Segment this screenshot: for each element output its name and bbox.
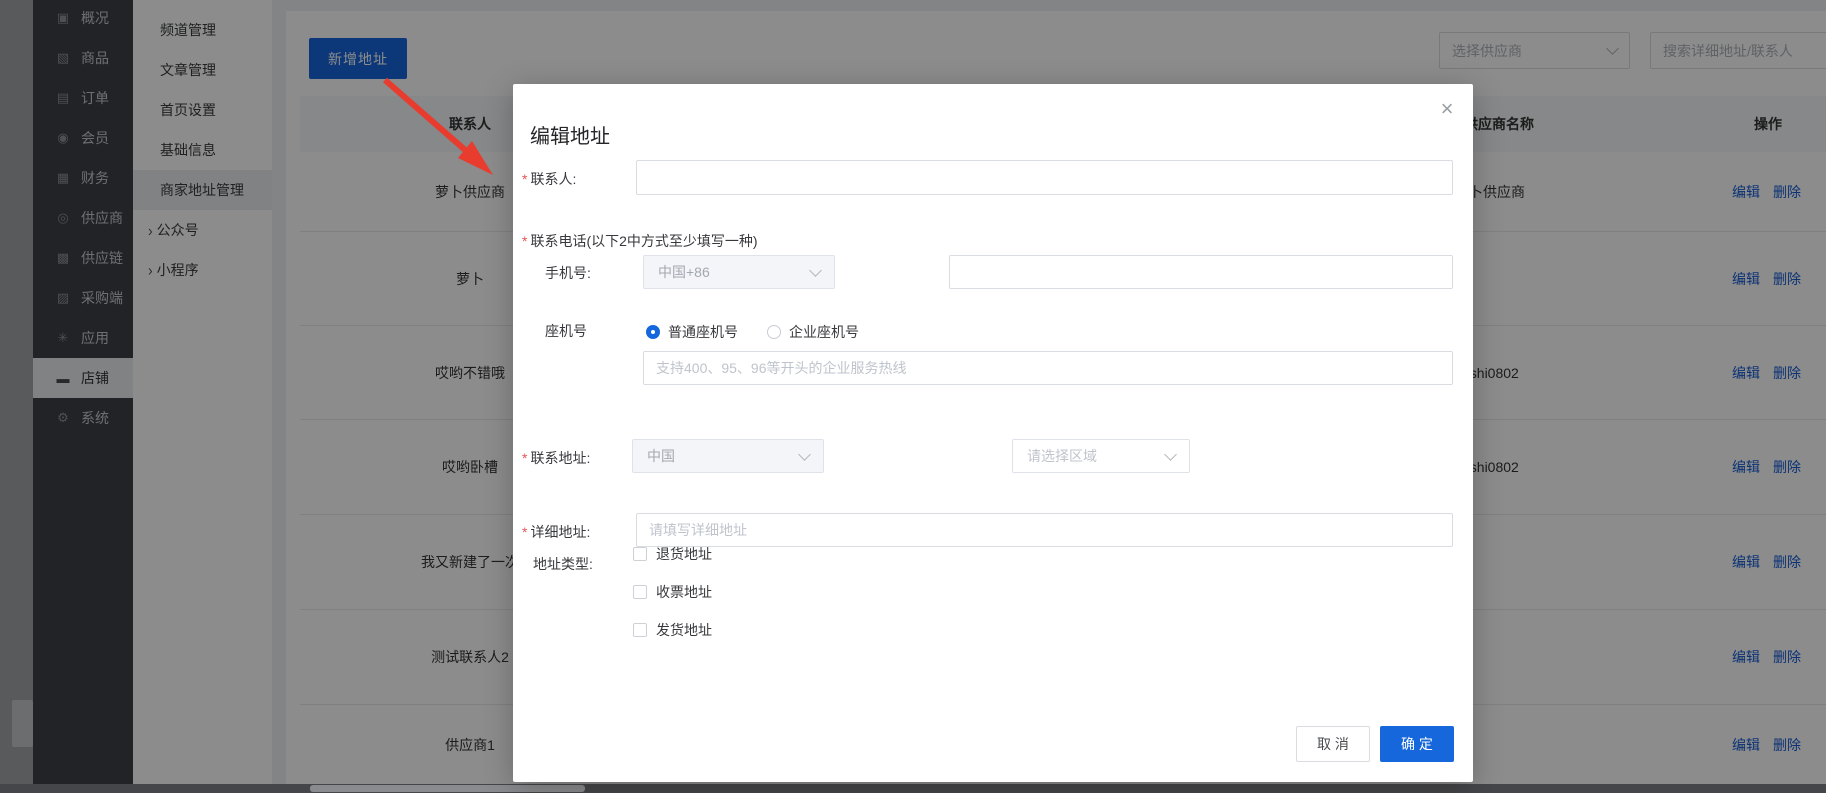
close-icon[interactable]: × xyxy=(1434,96,1460,122)
address-country-select: 中国 xyxy=(632,439,824,473)
checkbox-shipping-address[interactable]: 发货地址 xyxy=(633,620,712,640)
hotline-input[interactable] xyxy=(643,351,1453,385)
scrollbar-thumb[interactable] xyxy=(310,785,585,792)
mobile-label: 手机号: xyxy=(545,265,591,281)
checkbox-return-address[interactable]: 退货地址 xyxy=(633,544,712,564)
app-screen: ▣ 概况 ▧ 商品 ▤ 订单 ◉ 会员 ▦ 财务 ◎ 供应商 ▩ 供应链 ▨ 采购端 ✳ 应用 ▬… xyxy=(0,0,1826,793)
radio-enterprise-landline[interactable]: 企业座机号 xyxy=(767,322,859,342)
landline-label: 座机号 xyxy=(545,323,587,339)
region-select[interactable]: 请选择区域 xyxy=(1012,439,1190,473)
radio-unselected-icon xyxy=(767,325,781,339)
cancel-button[interactable]: 取 消 xyxy=(1296,726,1370,762)
mobile-number-input[interactable] xyxy=(949,255,1453,289)
checkbox-icon xyxy=(633,547,647,561)
detail-address-label: 详细地址: xyxy=(522,522,590,542)
contact-input[interactable] xyxy=(636,160,1453,195)
phone-group-label: 联系电话(以下2中方式至少填写一种) xyxy=(522,231,757,251)
address-type-label: 地址类型: xyxy=(533,556,593,572)
radio-selected-icon xyxy=(646,325,660,339)
checkbox-icon xyxy=(633,623,647,637)
modal-title: 编辑地址 xyxy=(530,126,610,148)
confirm-button[interactable]: 确 定 xyxy=(1380,726,1454,762)
detail-address-input[interactable] xyxy=(636,513,1453,547)
horizontal-scrollbar[interactable] xyxy=(0,784,1826,793)
chevron-down-icon xyxy=(1164,447,1177,461)
checkbox-icon xyxy=(633,585,647,599)
edit-address-modal: 编辑地址 × 联系人: 联系电话(以下2中方式至少填写一种) 手机号: 中国+8… xyxy=(513,84,1473,782)
mobile-country-select: 中国+86 xyxy=(643,255,835,289)
contact-label: 联系人: xyxy=(522,169,576,189)
chevron-down-icon xyxy=(809,263,822,277)
checkbox-invoice-address[interactable]: 收票地址 xyxy=(633,582,712,602)
radio-normal-landline[interactable]: 普通座机号 xyxy=(646,322,738,342)
chevron-down-icon xyxy=(798,447,811,461)
address-label: 联系地址: xyxy=(522,448,590,468)
